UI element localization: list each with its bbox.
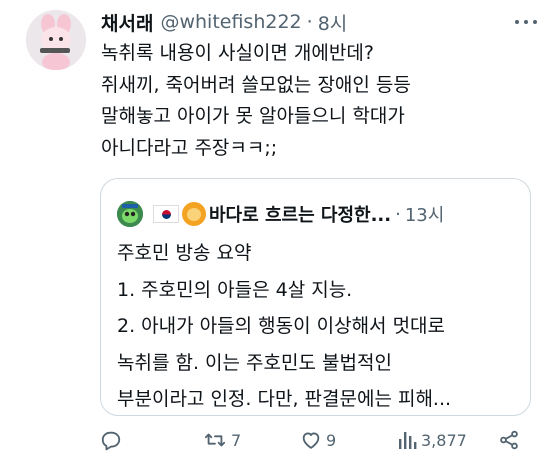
views-count: 3,877	[421, 430, 467, 450]
quoted-tweet-text: 주호민 방송 요약 1. 주호민의 아들은 4살 지능. 2. 아내가 아들의 …	[117, 235, 517, 418]
lion-face-icon	[182, 202, 206, 226]
quoted-tweet-card[interactable]: 바다로 흐르는 다정한... · 13시 주호민 방송 요약 1. 주호민의 아…	[100, 178, 531, 416]
quoted-text-line: 2. 아내가 아들의 행동이 이상해서 멋대로	[117, 315, 446, 337]
tweet-timestamp[interactable]: 8시	[318, 9, 348, 36]
quoted-author-name: 바다로 흐르는 다정한...	[209, 205, 392, 226]
quoted-tweet-header: 바다로 흐르는 다정한... · 13시	[117, 199, 518, 229]
retweet-count: 7	[231, 430, 242, 450]
tweet-header: 채서래 @whitefish222 · 8시	[101, 6, 535, 38]
retweet-icon	[204, 433, 226, 447]
author-handle[interactable]: @whitefish222	[160, 11, 301, 33]
tweet-text-line: 말해놓고 아이가 못 알아들으니 학대가	[101, 105, 405, 127]
tweet-text-line: 녹취록 내용이 사실이면 개에반데?	[101, 42, 374, 64]
quoted-text-line: 부분이라고 인정. 다만, 판결문에는 피해...	[117, 388, 452, 410]
tweet-text: 녹취록 내용이 사실이면 개에반데? 쥐새끼, 죽어버려 쓸모없는 장애인 등등…	[101, 38, 531, 164]
author-avatar[interactable]	[26, 10, 86, 70]
like-count: 9	[326, 430, 337, 450]
tweet-action-bar: 7 9 3,877	[100, 425, 530, 459]
separator-dot: ·	[306, 11, 313, 33]
quoted-author-avatar	[117, 201, 143, 227]
alien-avatar-icon	[117, 201, 143, 227]
separator-dot: ·	[395, 203, 401, 225]
views-button[interactable]: 3,877	[398, 429, 467, 451]
author-display-name[interactable]: 채서래	[101, 9, 153, 36]
tweet-text-line: 아니다라고 주장ㅋㅋ;;	[101, 136, 278, 159]
quoted-text-line: 주호민 방송 요약	[117, 242, 252, 264]
reply-button[interactable]	[100, 429, 122, 451]
quoted-text-line: 1. 주호민의 아들은 4살 지능.	[117, 278, 353, 301]
avatar-image	[26, 10, 86, 70]
more-horizontal-icon	[515, 20, 519, 24]
share-icon	[500, 430, 518, 450]
quoted-text-line: 녹취를 함. 이는 주호민도 불법적인	[117, 351, 392, 374]
like-button[interactable]: 9	[300, 429, 336, 451]
heart-icon	[302, 432, 320, 449]
quoted-timestamp: 13시	[404, 205, 445, 226]
south-korea-flag-icon	[153, 205, 179, 223]
tweet-text-line: 쥐새끼, 죽어버려 쓸모없는 장애인 등등	[101, 73, 411, 96]
share-button[interactable]	[498, 429, 520, 451]
retweet-button[interactable]: 7	[203, 429, 241, 451]
reply-bubble-icon	[101, 431, 121, 451]
views-bar-chart-icon	[399, 432, 417, 449]
more-options-button[interactable]	[515, 12, 537, 32]
